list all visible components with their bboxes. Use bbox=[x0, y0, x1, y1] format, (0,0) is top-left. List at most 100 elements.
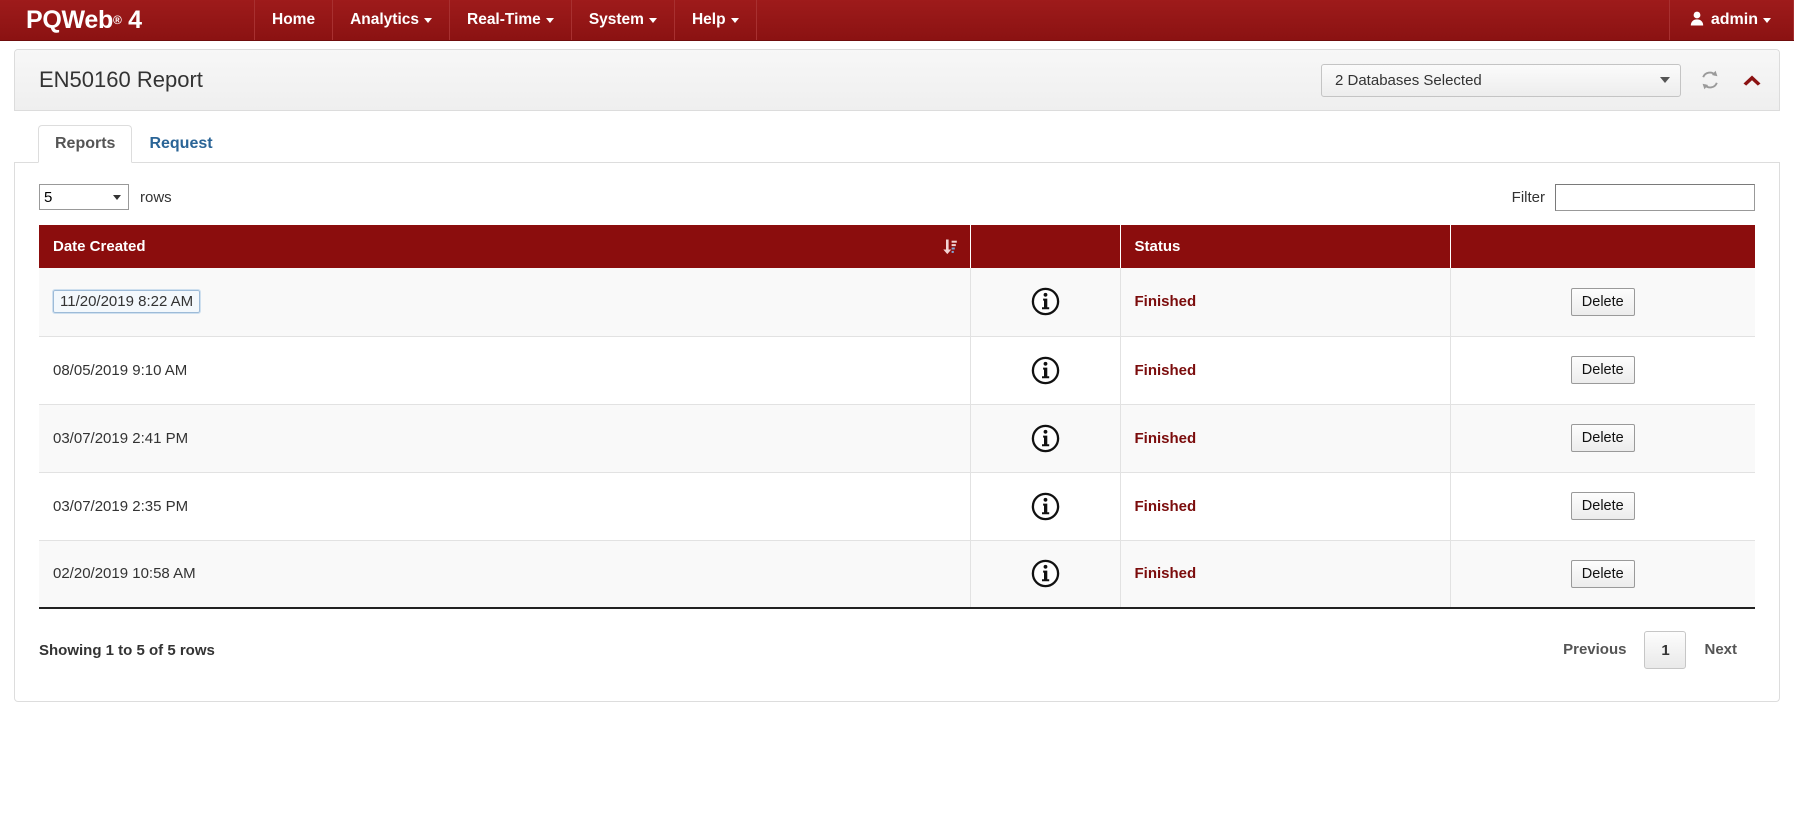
cell-status: Finished bbox=[1120, 472, 1451, 541]
top-navbar: PQWeb ® 4 Home Analytics Real-Time System… bbox=[0, 0, 1794, 41]
date-created-value[interactable]: 03/07/2019 2:35 PM bbox=[53, 498, 188, 515]
cell-status: Finished bbox=[1120, 336, 1451, 405]
cell-date-created: 08/05/2019 9:10 AM bbox=[39, 336, 971, 405]
nav-right-group: admin bbox=[1668, 0, 1794, 40]
column-header-status-label: Status bbox=[1134, 238, 1181, 255]
table-row: 02/20/2019 10:58 AM Finished Delete bbox=[39, 540, 1755, 609]
status-badge: Finished bbox=[1134, 361, 1197, 379]
cell-info bbox=[970, 268, 1121, 337]
chevron-down-icon bbox=[113, 194, 121, 200]
pagination-previous[interactable]: Previous bbox=[1545, 632, 1644, 668]
pagination-page-1[interactable]: 1 bbox=[1644, 631, 1687, 669]
delete-button[interactable]: Delete bbox=[1570, 287, 1635, 316]
date-created-value[interactable]: 11/20/2019 8:22 AM bbox=[51, 289, 202, 315]
nav-item-analytics[interactable]: Analytics bbox=[333, 0, 450, 40]
brand-version: 4 bbox=[128, 5, 142, 34]
tab-reports-label: Reports bbox=[55, 135, 116, 152]
user-menu[interactable]: admin bbox=[1668, 0, 1794, 40]
cell-actions: Delete bbox=[1450, 268, 1755, 337]
cell-date-created: 03/07/2019 2:41 PM bbox=[39, 404, 971, 473]
filter-input[interactable] bbox=[1555, 183, 1755, 211]
column-header-date-created-label: Date Created bbox=[53, 238, 146, 255]
delete-button[interactable]: Delete bbox=[1570, 355, 1635, 385]
panel-header: EN50160 Report 2 Databases Selected bbox=[15, 50, 1779, 111]
page-content: EN50160 Report 2 Databases Selected Repo… bbox=[0, 49, 1794, 702]
column-header-info[interactable] bbox=[970, 225, 1121, 268]
info-icon[interactable] bbox=[1031, 424, 1060, 453]
nav-item-help[interactable]: Help bbox=[675, 0, 757, 40]
cell-status: Finished bbox=[1120, 540, 1451, 609]
database-selector[interactable]: 2 Databases Selected bbox=[1321, 63, 1681, 97]
pagination-next[interactable]: Next bbox=[1686, 632, 1755, 668]
collapse-panel-button[interactable] bbox=[1739, 67, 1765, 93]
page-title: EN50160 Report bbox=[39, 67, 203, 92]
nav-menu: Home Analytics Real-Time System Help bbox=[255, 0, 757, 40]
cell-info bbox=[970, 472, 1121, 541]
status-badge: Finished bbox=[1134, 565, 1197, 583]
nav-item-system[interactable]: System bbox=[572, 0, 675, 40]
showing-rows-text: Showing 1 to 5 of 5 rows bbox=[39, 641, 215, 659]
database-selector-value: 2 Databases Selected bbox=[1335, 71, 1482, 89]
tab-bar: Reports Request bbox=[14, 111, 1780, 163]
rows-per-page-value: 5 bbox=[44, 188, 53, 206]
info-icon[interactable] bbox=[1031, 287, 1060, 316]
delete-button[interactable]: Delete bbox=[1570, 491, 1635, 521]
date-created-value[interactable]: 08/05/2019 9:10 AM bbox=[53, 362, 187, 379]
info-icon[interactable] bbox=[1031, 356, 1060, 385]
nav-item-home[interactable]: Home bbox=[255, 0, 334, 40]
panel-header-actions: 2 Databases Selected bbox=[1321, 63, 1765, 97]
tab-reports[interactable]: Reports bbox=[38, 125, 133, 163]
cell-actions: Delete bbox=[1450, 404, 1755, 473]
chevron-down-icon bbox=[730, 17, 739, 23]
status-badge: Finished bbox=[1134, 429, 1197, 447]
sort-descending-icon bbox=[942, 239, 957, 254]
cell-date-created: 03/07/2019 2:35 PM bbox=[39, 472, 971, 541]
info-icon[interactable] bbox=[1031, 492, 1060, 521]
cell-actions: Delete bbox=[1450, 336, 1755, 405]
chevron-down-icon bbox=[1660, 77, 1670, 83]
cell-info bbox=[970, 336, 1121, 405]
chevron-up-icon bbox=[1743, 75, 1761, 86]
column-header-date-created[interactable]: Date Created bbox=[39, 225, 971, 268]
report-panel: EN50160 Report 2 Databases Selected bbox=[14, 49, 1780, 111]
tab-request[interactable]: Request bbox=[132, 125, 229, 163]
user-icon bbox=[1690, 11, 1704, 29]
table-body: 11/20/2019 8:22 AM Finished Delete 08/05… bbox=[39, 268, 1755, 609]
brand-logo[interactable]: PQWeb ® 4 bbox=[0, 0, 255, 40]
delete-button[interactable]: Delete bbox=[1570, 559, 1635, 588]
nav-item-system-label: System bbox=[588, 11, 644, 28]
date-created-value[interactable]: 02/20/2019 10:58 AM bbox=[53, 565, 196, 582]
nav-item-real-time-label: Real-Time bbox=[467, 11, 541, 28]
pagination: Previous 1 Next bbox=[1545, 631, 1755, 669]
chevron-down-icon bbox=[648, 17, 657, 23]
refresh-button[interactable] bbox=[1697, 67, 1723, 93]
table-controls: 5 rows Filter bbox=[39, 181, 1755, 213]
cell-info bbox=[970, 404, 1121, 473]
rows-label: rows bbox=[140, 188, 172, 206]
filter-group: Filter bbox=[1512, 183, 1755, 211]
reports-table: Date Created Status 11/20/2019 8:22 AM F… bbox=[39, 225, 1755, 609]
delete-button[interactable]: Delete bbox=[1570, 423, 1635, 453]
cell-actions: Delete bbox=[1450, 472, 1755, 541]
column-header-status[interactable]: Status bbox=[1120, 225, 1451, 268]
cell-date-created: 02/20/2019 10:58 AM bbox=[39, 540, 971, 609]
table-head: Date Created Status bbox=[39, 225, 1755, 268]
chevron-down-icon bbox=[1763, 17, 1771, 23]
cell-status: Finished bbox=[1120, 268, 1451, 337]
cell-status: Finished bbox=[1120, 404, 1451, 473]
table-row: 11/20/2019 8:22 AM Finished Delete bbox=[39, 268, 1755, 337]
column-header-actions[interactable] bbox=[1450, 225, 1755, 268]
tab-request-label: Request bbox=[149, 135, 213, 152]
table-footer: Showing 1 to 5 of 5 rows Previous 1 Next bbox=[39, 629, 1755, 671]
rows-per-page-select[interactable]: 5 bbox=[39, 184, 129, 210]
nav-item-help-label: Help bbox=[691, 11, 726, 28]
table-header-row: Date Created Status bbox=[39, 225, 1755, 268]
nav-item-analytics-label: Analytics bbox=[350, 11, 419, 28]
chevron-down-icon bbox=[545, 17, 554, 23]
brand-registered-mark: ® bbox=[112, 13, 122, 27]
chevron-down-icon bbox=[424, 17, 432, 23]
date-created-value[interactable]: 03/07/2019 2:41 PM bbox=[53, 430, 188, 447]
info-icon[interactable] bbox=[1031, 559, 1060, 588]
table-row: 03/07/2019 2:35 PM Finished Delete bbox=[39, 472, 1755, 541]
nav-item-real-time[interactable]: Real-Time bbox=[450, 0, 572, 40]
